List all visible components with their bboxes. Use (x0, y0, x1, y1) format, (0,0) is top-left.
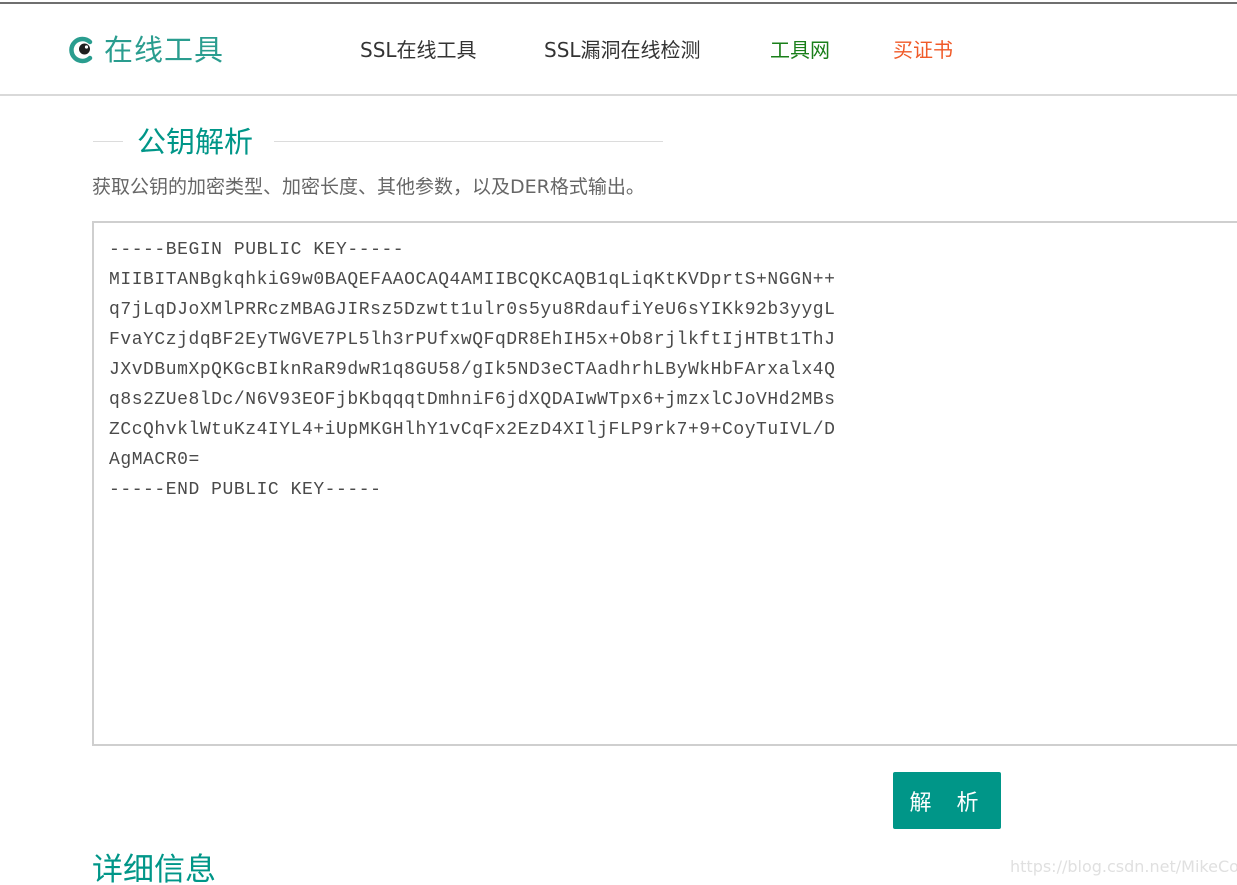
section-title: 公钥解析 (137, 125, 254, 159)
title-divider-left (93, 141, 123, 142)
public-key-input[interactable] (92, 221, 1237, 746)
title-divider-right (274, 141, 663, 142)
nav-buy-certificate[interactable]: 买证书 (893, 36, 953, 64)
section-description: 获取公钥的加密类型、加密长度、其他参数，以及DER格式输出。 (92, 176, 645, 198)
watermark: https://blog.csdn.net/MikeCoke (1010, 857, 1237, 876)
nav-tool-net[interactable]: 工具网 (770, 36, 830, 64)
site-header: 在线工具 SSL在线工具 SSL漏洞在线检测 工具网 买证书 (0, 4, 1237, 96)
detail-section-title: 详细信息 (92, 852, 216, 885)
section-title-row: 公钥解析 (93, 120, 663, 164)
parse-button[interactable]: 解 析 (893, 772, 1001, 829)
site-logo[interactable]: 在线工具 (68, 32, 224, 68)
logo-text: 在线工具 (104, 33, 225, 67)
nav-ssl-vuln-scan[interactable]: SSL漏洞在线检测 (544, 36, 701, 64)
nav-ssl-tools[interactable]: SSL在线工具 (360, 36, 477, 64)
eye-logo-icon (68, 35, 98, 65)
page: 在线工具 SSL在线工具 SSL漏洞在线检测 工具网 买证书 公钥解析 获取公钥… (0, 0, 1237, 885)
